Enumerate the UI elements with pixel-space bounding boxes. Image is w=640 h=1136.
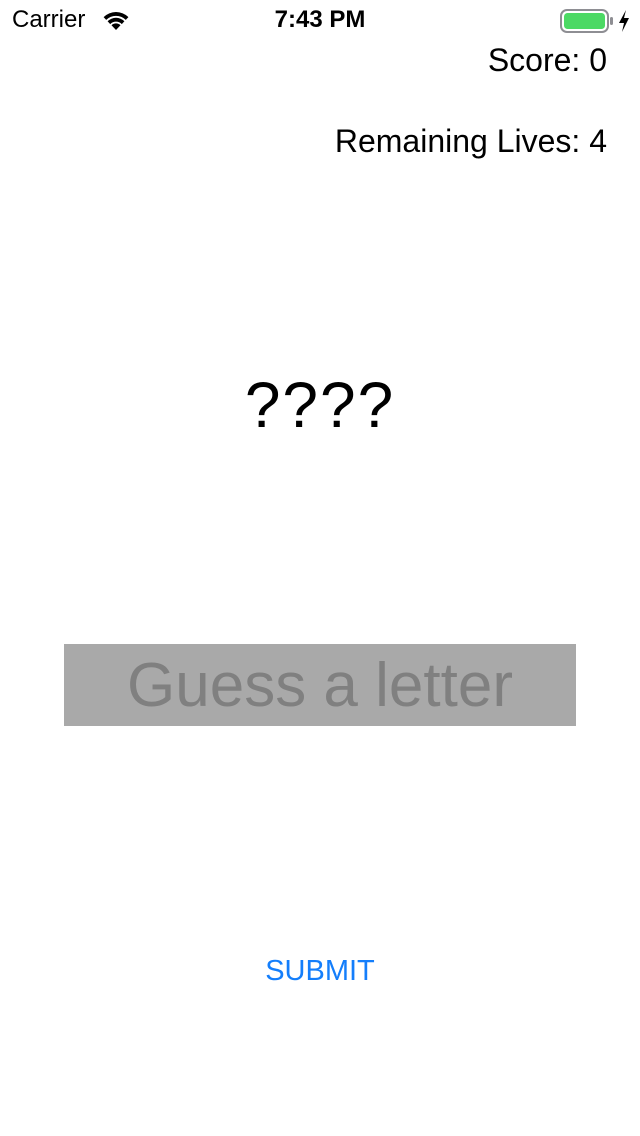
clock: 7:43 PM	[274, 6, 366, 33]
masked-word: ????	[244, 369, 396, 441]
guess-letter-input[interactable]	[64, 644, 576, 726]
status-bar: Carrier 7:43 PM	[0, 0, 640, 40]
charging-bolt-icon	[619, 10, 629, 32]
score-label: Score: 0	[487, 42, 607, 78]
remaining-lives-label: Remaining Lives: 4	[334, 123, 607, 159]
battery-full-icon	[560, 9, 613, 33]
submit-button[interactable]: SUBMIT	[220, 948, 420, 994]
